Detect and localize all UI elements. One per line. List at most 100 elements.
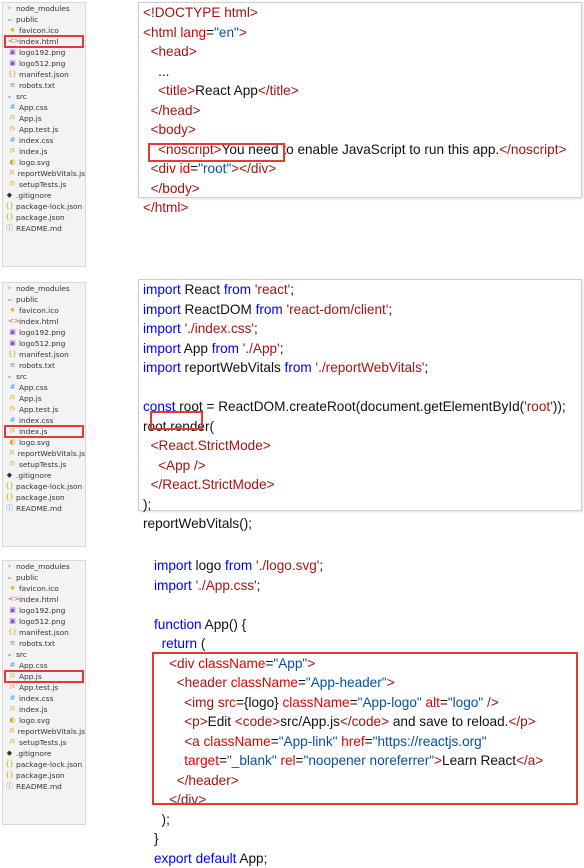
explorer-item[interactable]: JS App.test.js [3,404,85,415]
code-line: const root = ReactDOM.createRoot(documen… [143,397,581,417]
code-token: ; [319,558,324,573]
code-line: <div id="root"></div> [143,159,581,179]
chevron-right-icon: › [8,284,11,292]
text-file-icon: ≡ [9,639,16,647]
code-line: <!DOCTYPE html> [143,3,581,23]
code-token: /> [486,694,499,710]
explorer-item[interactable]: JS App.js [3,113,85,124]
explorer-item[interactable]: ⌄ public [3,14,85,25]
explorer-item[interactable]: ▣ logo512.png [3,616,85,627]
code-token: return [161,636,198,651]
code-token: import [143,282,181,297]
code-line: </head> [143,101,581,121]
explorer-item[interactable]: ⌄ public [3,572,85,583]
code-editor-app-js[interactable]: import logo from './logo.svg'; import './… [150,556,582,868]
explorer-item[interactable]: {} manifest.json [3,627,85,638]
explorer-item[interactable]: # App.css [3,102,85,113]
explorer-item-label: App.css [19,661,48,670]
code-token: = [295,753,304,768]
explorer-item[interactable]: JS index.js [3,704,85,715]
explorer-item[interactable]: ◐ logo.svg [3,715,85,726]
explorer-item[interactable]: <> index.html [3,316,85,327]
css-icon: # [9,103,16,111]
explorer-item[interactable]: ★ favicon.ico [3,583,85,594]
explorer-item[interactable]: {} package-lock.json [3,201,85,212]
explorer-item-label: src [16,92,27,101]
explorer-item[interactable]: › node_modules [3,3,85,14]
explorer-item[interactable]: ◆ .gitignore [3,470,85,481]
code-token: logo [191,558,226,573]
explorer-item[interactable]: JS App.test.js [3,124,85,135]
explorer-item[interactable]: {} package.json [3,492,85,503]
code-token: <React.StrictMode> [150,438,271,453]
explorer-item[interactable]: JS setupTests.js [3,179,85,190]
explorer-item[interactable]: ▣ logo192.png [3,327,85,338]
explorer-item[interactable]: {} manifest.json [3,349,85,360]
explorer-item-label: package-lock.json [16,202,83,211]
code-editor-index-html[interactable]: <!DOCTYPE html> <html lang="en"> <head> .… [138,2,582,215]
explorer-item[interactable]: JS App.js [3,671,85,682]
explorer-item[interactable]: JS reportWebVitals.js [3,726,85,737]
explorer-item[interactable]: JS index.js [3,146,85,157]
explorer-item[interactable]: {} manifest.json [3,69,85,80]
explorer-item[interactable]: ◆ .gitignore [3,748,85,759]
explorer-item[interactable]: ◐ logo.svg [3,437,85,448]
explorer-item[interactable]: ▣ logo192.png [3,605,85,616]
explorer-item[interactable]: ⌄ src [3,371,85,382]
explorer-item[interactable]: ▣ logo512.png [3,58,85,69]
explorer-item[interactable]: ⌄ public [3,294,85,305]
explorer-item[interactable]: JS reportWebVitals.js [3,448,85,459]
explorer-item[interactable]: # index.css [3,415,85,426]
code-token: <!DOCTYPE html> [143,5,258,20]
explorer-item[interactable]: {} package-lock.json [3,759,85,770]
explorer-item[interactable]: ★ favicon.ico [3,305,85,316]
explorer-item[interactable]: JS App.test.js [3,682,85,693]
html-icon: <> [8,37,20,45]
explorer-item[interactable]: JS reportWebVitals.js [3,168,85,179]
explorer-item[interactable]: › node_modules [3,561,85,572]
explorer-item[interactable]: # App.css [3,660,85,671]
explorer-item[interactable]: ▣ logo512.png [3,338,85,349]
explorer-item[interactable]: ⓘ README.md [3,223,85,234]
explorer-item[interactable]: JS App.js [3,393,85,404]
explorer-item[interactable]: ⓘ README.md [3,781,85,792]
explorer-item[interactable]: # App.css [3,382,85,393]
explorer-item[interactable]: ⌄ src [3,649,85,660]
explorer-item[interactable]: JS setupTests.js [3,737,85,748]
explorer-item[interactable]: JS index.js [3,426,85,437]
explorer-item[interactable]: {} package.json [3,212,85,223]
code-line: <img src={logo} className="App-logo" alt… [154,693,582,713]
code-line: <a className="App-link" href="https://re… [154,732,582,752]
explorer-item[interactable]: {} package-lock.json [3,481,85,492]
code-token: ; [253,321,258,336]
explorer-item[interactable]: ◐ logo.svg [3,157,85,168]
explorer-item[interactable]: {} package.json [3,770,85,781]
code-token: </code> [339,714,390,729]
explorer-item[interactable]: ≡ robots.txt [3,638,85,649]
explorer-item-label: manifest.json [19,70,69,79]
code-token: reportWebVitals(); [143,516,253,531]
code-line: ); [154,810,582,830]
explorer-item[interactable]: JS setupTests.js [3,459,85,470]
code-editor-index-js[interactable]: import React from 'react'; import ReactDO… [138,279,582,531]
explorer-item[interactable]: <> index.html [3,594,85,605]
image-icon: ▣ [9,339,16,347]
explorer-item[interactable]: › node_modules [3,283,85,294]
explorer-item[interactable]: ≡ robots.txt [3,360,85,371]
code-token: = [349,694,358,710]
explorer-item[interactable]: ⓘ README.md [3,503,85,514]
explorer-item[interactable]: ◆ .gitignore [3,190,85,201]
explorer-item-label: setupTests.js [19,180,67,189]
json-icon: {} [5,493,14,501]
explorer-item[interactable]: ▣ logo192.png [3,47,85,58]
explorer-item[interactable]: # index.css [3,135,85,146]
explorer-item[interactable]: ≡ robots.txt [3,80,85,91]
code-token: './App' [242,340,280,356]
explorer-item[interactable]: ⌄ src [3,91,85,102]
explorer-item-label: logo.svg [19,158,50,167]
explorer-item[interactable]: <> index.html [3,36,85,47]
code-token: <head> [150,44,197,59]
explorer-item[interactable]: # index.css [3,693,85,704]
explorer-item[interactable]: ★ favicon.ico [3,25,85,36]
